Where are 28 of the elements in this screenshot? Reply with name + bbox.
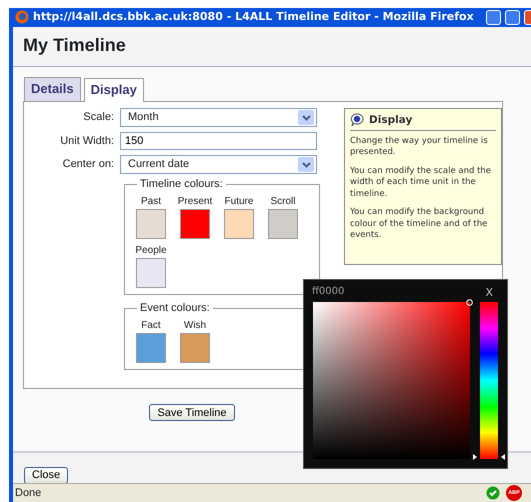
status-text: Done [15,486,42,501]
window-title: http://l4all.dcs.bbk.ac.uk:8080 - L4ALL Timeline Editor - Mozilla Firefox [33,9,474,25]
swatch-label: Wish [184,319,206,333]
swatch-label: Present [178,195,212,209]
close-button[interactable]: Close [24,466,68,484]
field-label: Scale: [82,110,115,126]
group-legend: Event colours: [137,303,213,314]
help-text: You can modify the scale and the width of each time unit in the timeline. [350,166,492,200]
swatch-label: Future [224,195,254,209]
dropdown[interactable]: Current date [120,155,317,174]
tab[interactable]: Details [24,76,81,101]
swatch-label: Scroll [270,195,296,209]
page-title: My Timeline [23,35,126,57]
field-label: Center on: [62,157,115,172]
swatch-label: Fact [141,319,161,333]
field-label: Unit Width: [59,134,115,149]
help-text: You can modify the background colour of the timeline and of the events. [350,207,488,242]
close-button[interactable]: X [485,284,493,301]
swatch-label: Past [140,195,161,209]
input-field[interactable]: 150 [120,132,317,150]
tab[interactable]: Display [84,78,144,102]
dropdown[interactable]: Month [120,108,317,127]
save-timeline-button[interactable]: Save Timeline [149,404,235,421]
help-title: Display [369,114,412,126]
group-legend: Timeline colours: [137,179,226,190]
hex-value: ff0000 [312,286,344,298]
help-text: Change the way your timeline is presented. [350,136,489,159]
swatch-label: People [135,244,167,258]
